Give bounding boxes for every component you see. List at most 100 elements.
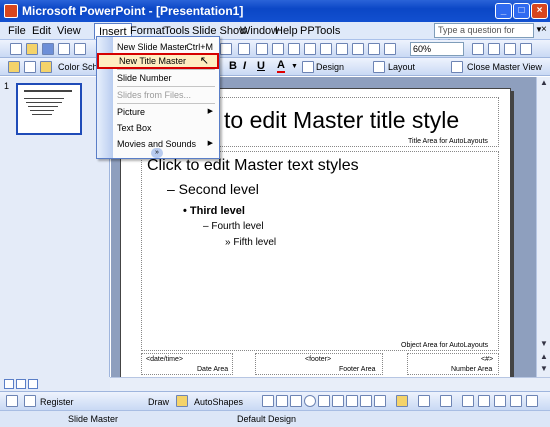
expand-menu-icon[interactable]: » [151, 148, 163, 158]
email-icon[interactable] [74, 43, 86, 55]
italic-button[interactable]: I [243, 60, 246, 72]
tables-borders-icon[interactable] [288, 43, 300, 55]
diagram-icon[interactable] [320, 43, 332, 55]
3d-icon[interactable] [526, 395, 538, 407]
arrow-icon[interactable] [276, 395, 288, 407]
zoom-select[interactable]: 60% [410, 42, 464, 56]
wordart-icon[interactable] [332, 395, 344, 407]
line-color-icon[interactable] [418, 395, 430, 407]
minimize-button[interactable]: _ [495, 3, 512, 19]
close-button[interactable]: × [531, 3, 548, 19]
draw-menu-button[interactable]: Draw [148, 396, 169, 408]
bullet-level-4[interactable]: – Fourth level [203, 221, 264, 232]
preserve-master-icon[interactable] [40, 61, 52, 73]
design-button[interactable]: Design [316, 61, 344, 73]
slides-from-files-label: Slides from Files... [117, 90, 192, 100]
maximize-button[interactable]: □ [513, 3, 530, 19]
permission-icon[interactable] [58, 43, 70, 55]
view-buttons [0, 377, 110, 391]
design-icon [302, 61, 314, 73]
show-formatting-icon[interactable] [352, 43, 364, 55]
picture-label: Picture [117, 107, 146, 117]
picture-icon[interactable] [374, 395, 386, 407]
menu-pptools[interactable]: PPTools [296, 23, 344, 39]
scroll-up-icon[interactable]: ▲ [538, 78, 550, 90]
menu-edit[interactable]: Edit [28, 23, 55, 39]
help-icon[interactable] [472, 43, 484, 55]
arrow-style-icon[interactable] [494, 395, 506, 407]
pptools-icon[interactable] [6, 395, 18, 407]
previous-slide-icon[interactable]: ▲ [538, 352, 550, 364]
diagram-icon[interactable] [346, 395, 358, 407]
vertical-scrollbar[interactable]: ▲ ▼ ▲ ▼ [536, 77, 550, 377]
menu-view[interactable]: View [53, 23, 85, 39]
register-icon[interactable] [24, 395, 36, 407]
toolbar-options-icon[interactable] [488, 43, 500, 55]
menu-item-slide-number[interactable]: Slide Number [97, 70, 219, 86]
menu-item-picture[interactable]: Picture ▶ [97, 104, 219, 120]
underline-button[interactable]: U [257, 60, 265, 72]
menu-file[interactable]: File [4, 23, 30, 39]
horizontal-scrollbar[interactable] [110, 377, 550, 391]
slides-pane: 1 [0, 77, 110, 377]
document-close-icon[interactable]: × [541, 24, 547, 35]
grid-icon[interactable] [368, 43, 380, 55]
formatting-toolbar: Color Sche B I U A ▼ Design Layout Close… [0, 58, 550, 76]
footer-placeholder-text: <footer> [305, 356, 332, 363]
menu-item-text-box[interactable]: Text Box [97, 120, 219, 136]
autoshapes-button[interactable]: AutoShapes [194, 396, 243, 408]
register-button[interactable]: Register [40, 396, 74, 408]
shadow-icon[interactable] [510, 395, 522, 407]
text-box-icon[interactable] [318, 395, 330, 407]
font-size-icon[interactable] [520, 43, 532, 55]
bold-button[interactable]: B [229, 60, 237, 72]
preserve-icon[interactable] [451, 61, 463, 73]
expand-all-icon[interactable] [336, 43, 348, 55]
layout-button[interactable]: Layout [388, 61, 415, 73]
redo-icon[interactable] [220, 43, 232, 55]
new-title-master-label: New Title Master [119, 56, 187, 66]
bullet-level-5[interactable]: » Fifth level [225, 237, 276, 248]
object-area-label: Object Area for AutoLayouts [401, 342, 489, 349]
new-icon[interactable] [10, 43, 22, 55]
slide-show-view-icon[interactable] [28, 379, 38, 389]
slide-master-view-icon[interactable] [8, 61, 20, 73]
menu-bar: File Edit View Insert Format Tools Slide… [0, 22, 550, 48]
color-grayscale-icon[interactable] [384, 43, 396, 55]
open-icon[interactable] [26, 43, 38, 55]
table-icon[interactable] [272, 43, 284, 55]
bullet-level-2[interactable]: – Second level [167, 181, 259, 197]
rectangle-icon[interactable] [290, 395, 302, 407]
insert-picture-icon[interactable] [304, 43, 316, 55]
normal-view-icon[interactable] [4, 379, 14, 389]
number-area-label: Number Area [451, 366, 493, 373]
clip-art-icon[interactable] [360, 395, 372, 407]
insert-new-slide-master-icon[interactable] [24, 61, 36, 73]
fill-color-icon[interactable] [396, 395, 408, 407]
bullet-level-3[interactable]: • Third level [183, 205, 245, 217]
master-title-text[interactable]: to edit Master title style [224, 107, 459, 134]
line-icon[interactable] [262, 395, 274, 407]
font-color-icon[interactable] [440, 395, 452, 407]
undo-icon[interactable] [238, 43, 250, 55]
slide-sorter-view-icon[interactable] [16, 379, 26, 389]
close-master-view-button[interactable]: Close Master View [467, 61, 542, 73]
next-slide-icon[interactable]: ▼ [538, 364, 550, 376]
slide-thumbnail[interactable] [16, 83, 82, 135]
title-bar: Microsoft PowerPoint - [Presentation1] _… [0, 0, 550, 22]
font-icon[interactable] [504, 43, 516, 55]
select-objects-icon[interactable] [176, 395, 188, 407]
powerpoint-icon[interactable] [4, 4, 18, 18]
help-search-input[interactable]: Type a question for help [434, 23, 534, 48]
font-color-dropdown-icon[interactable]: ▼ [291, 61, 298, 73]
font-color-button[interactable]: A [277, 60, 285, 73]
date-placeholder-text: <date/time> [146, 356, 183, 363]
oval-icon[interactable] [304, 395, 316, 407]
bullet-level-1[interactable]: Click to edit Master text styles [147, 157, 359, 175]
save-icon[interactable] [42, 43, 54, 55]
menu-item-new-title-master[interactable]: New Title Master ↖ [97, 53, 219, 69]
chart-icon[interactable] [256, 43, 268, 55]
scroll-down-icon[interactable]: ▼ [538, 339, 550, 351]
dash-style-icon[interactable] [478, 395, 490, 407]
line-style-icon[interactable] [462, 395, 474, 407]
